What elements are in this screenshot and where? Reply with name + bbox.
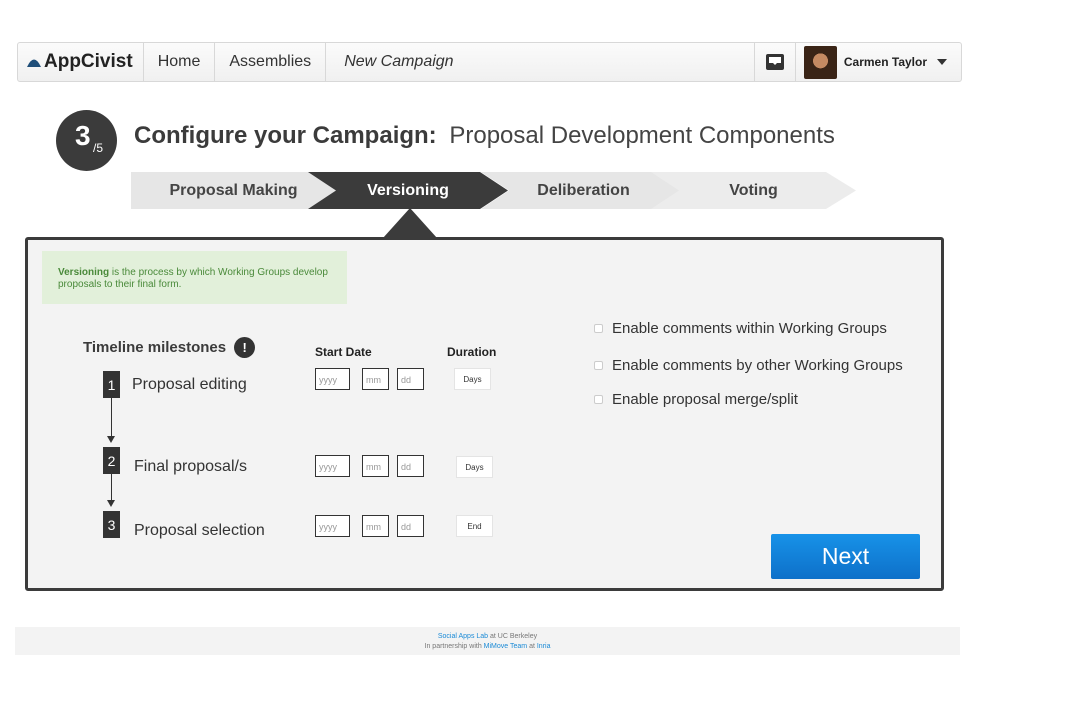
milestone-1-month-input[interactable]: mm — [362, 368, 389, 390]
milestone-1-duration-input[interactable]: Days — [454, 368, 491, 390]
timeline-connector — [111, 398, 112, 436]
mimove-team-link[interactable]: MiMove Team — [484, 643, 527, 650]
wizard-step-label: Proposal Making — [169, 181, 298, 199]
alert-icon[interactable]: ! — [234, 337, 256, 358]
footer-text: at — [527, 643, 537, 650]
timeline-connector — [111, 474, 112, 500]
footer-text: In partnership with — [424, 643, 484, 650]
top-navbar: AppCivist Home Assemblies New Campaign C… — [17, 42, 962, 82]
arrow-down-icon — [107, 500, 115, 507]
milestone-1-day-input[interactable]: dd — [397, 368, 424, 390]
milestone-3-duration-input[interactable]: End — [456, 515, 493, 537]
milestone-number: 1 — [103, 371, 120, 398]
option-comments-within-groups[interactable]: Enable comments within Working Groups — [594, 320, 887, 337]
milestone-1-year-input[interactable]: yyyy — [315, 368, 350, 390]
checkbox[interactable] — [594, 324, 603, 333]
milestone-2-year-input[interactable]: yyyy — [315, 455, 350, 477]
checkbox[interactable] — [594, 361, 603, 370]
social-apps-lab-link[interactable]: Social Apps Lab — [438, 633, 488, 640]
arrow-down-icon — [107, 436, 115, 443]
wizard-steps: Proposal Making Versioning Deliberation … — [131, 172, 861, 209]
inbox-button[interactable] — [753, 43, 796, 81]
wizard-step-versioning[interactable]: Versioning — [308, 172, 508, 209]
brand-logo[interactable]: AppCivist — [18, 43, 144, 81]
user-name: Carmen Taylor — [843, 55, 927, 69]
info-term: Versioning — [58, 267, 110, 278]
wizard-step-label: Deliberation — [537, 181, 630, 199]
panel-pointer — [383, 208, 437, 238]
inria-link[interactable]: Inria — [537, 643, 551, 650]
milestone-2-day-input[interactable]: dd — [397, 455, 424, 477]
step-number: 3 — [75, 120, 91, 151]
start-date-header: Start Date — [315, 345, 372, 359]
footer-text: at UC Berkeley — [488, 633, 538, 640]
milestone-label: Final proposal/s — [134, 458, 247, 475]
page-title-bold: Configure your Campaign: — [134, 122, 437, 149]
milestone-label: Proposal selection — [134, 522, 265, 539]
chevron-down-icon — [937, 59, 947, 65]
nav-assemblies[interactable]: Assemblies — [215, 43, 327, 81]
nav-home[interactable]: Home — [144, 43, 216, 81]
milestone-2-duration-input[interactable]: Days — [456, 456, 493, 478]
milestone-number: 2 — [103, 447, 120, 474]
timeline-title: Timeline milestones ! — [83, 337, 256, 358]
footer-line-1: Social Apps Lab at UC Berkeley — [15, 632, 960, 642]
appcivist-logo-icon — [27, 59, 41, 67]
step-badge: 3 /5 — [56, 110, 117, 171]
milestone-number: 3 — [103, 511, 120, 538]
user-menu[interactable]: Carmen Taylor — [796, 43, 961, 81]
nav-current-page: New Campaign — [344, 53, 454, 70]
footer-line-2: In partnership with MiMove Team at Inria — [15, 642, 960, 652]
milestone-3-year-input[interactable]: yyyy — [315, 515, 350, 537]
brand-name: AppCivist — [44, 51, 133, 72]
step-total: /5 — [93, 141, 104, 155]
wizard-step-label: Versioning — [367, 181, 449, 199]
page-title-rest: Proposal Development Components — [449, 122, 835, 149]
option-label: Enable comments by other Working Groups — [612, 357, 903, 374]
milestone-label: Proposal editing — [132, 376, 247, 393]
milestone-3-month-input[interactable]: mm — [362, 515, 389, 537]
next-button[interactable]: Next — [771, 534, 920, 579]
info-box: Versioning is the process by which Worki… — [42, 251, 347, 304]
option-comments-other-groups[interactable]: Enable comments by other Working Groups — [594, 357, 903, 374]
milestone-2-month-input[interactable]: mm — [362, 455, 389, 477]
inbox-icon — [765, 54, 784, 70]
timeline-title-label: Timeline milestones — [83, 339, 227, 356]
versioning-panel: Versioning is the process by which Worki… — [25, 237, 944, 591]
checkbox[interactable] — [594, 395, 603, 404]
option-label: Enable proposal merge/split — [612, 391, 798, 408]
footer: Social Apps Lab at UC Berkeley In partne… — [15, 627, 960, 655]
option-merge-split[interactable]: Enable proposal merge/split — [594, 391, 798, 408]
wizard-step-label: Voting — [729, 181, 778, 199]
avatar — [803, 45, 837, 79]
option-label: Enable comments within Working Groups — [612, 320, 887, 337]
milestone-3-day-input[interactable]: dd — [397, 515, 424, 537]
duration-header: Duration — [447, 345, 497, 359]
page-title: Configure your Campaign: Proposal Develo… — [134, 122, 835, 150]
wizard-step-proposal-making[interactable]: Proposal Making — [131, 172, 336, 209]
wizard-step-voting[interactable]: Voting — [651, 172, 856, 209]
